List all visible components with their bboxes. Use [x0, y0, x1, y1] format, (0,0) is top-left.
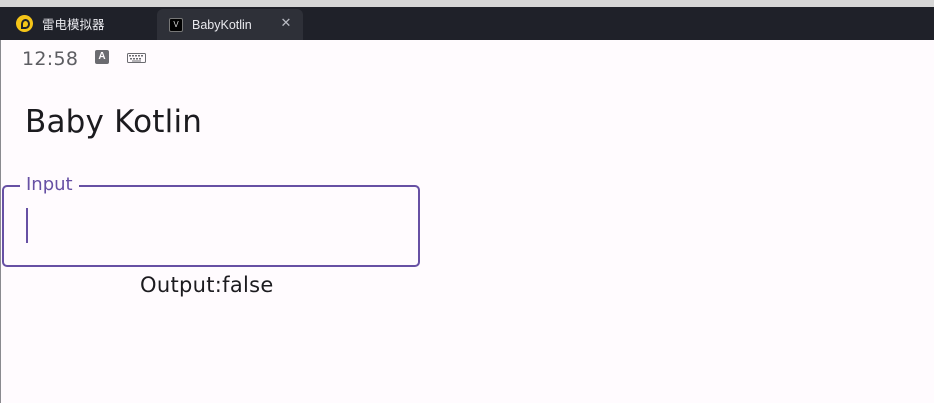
- output-text: Output:false: [140, 273, 274, 297]
- tab-babykotlin-label: BabyKotlin: [192, 17, 252, 32]
- tab-emulator[interactable]: 雷电模拟器: [0, 7, 157, 40]
- status-bar: 12:58 A: [0, 40, 934, 78]
- input-label: Input: [20, 174, 79, 195]
- tab-babykotlin[interactable]: V BabyKotlin ✕: [157, 9, 303, 40]
- keyboard-icon: [127, 53, 146, 63]
- window-border: [0, 40, 1, 403]
- tab-emulator-label: 雷电模拟器: [42, 17, 105, 32]
- a-icon: A: [95, 50, 109, 64]
- input-field[interactable]: Input: [2, 174, 420, 267]
- page-title: Baby Kotlin: [25, 104, 203, 140]
- app-icon: V: [169, 17, 183, 32]
- status-time: 12:58: [22, 48, 79, 70]
- emulator-logo-icon: [16, 15, 33, 32]
- close-icon[interactable]: ✕: [279, 16, 293, 30]
- text-cursor: [26, 208, 28, 243]
